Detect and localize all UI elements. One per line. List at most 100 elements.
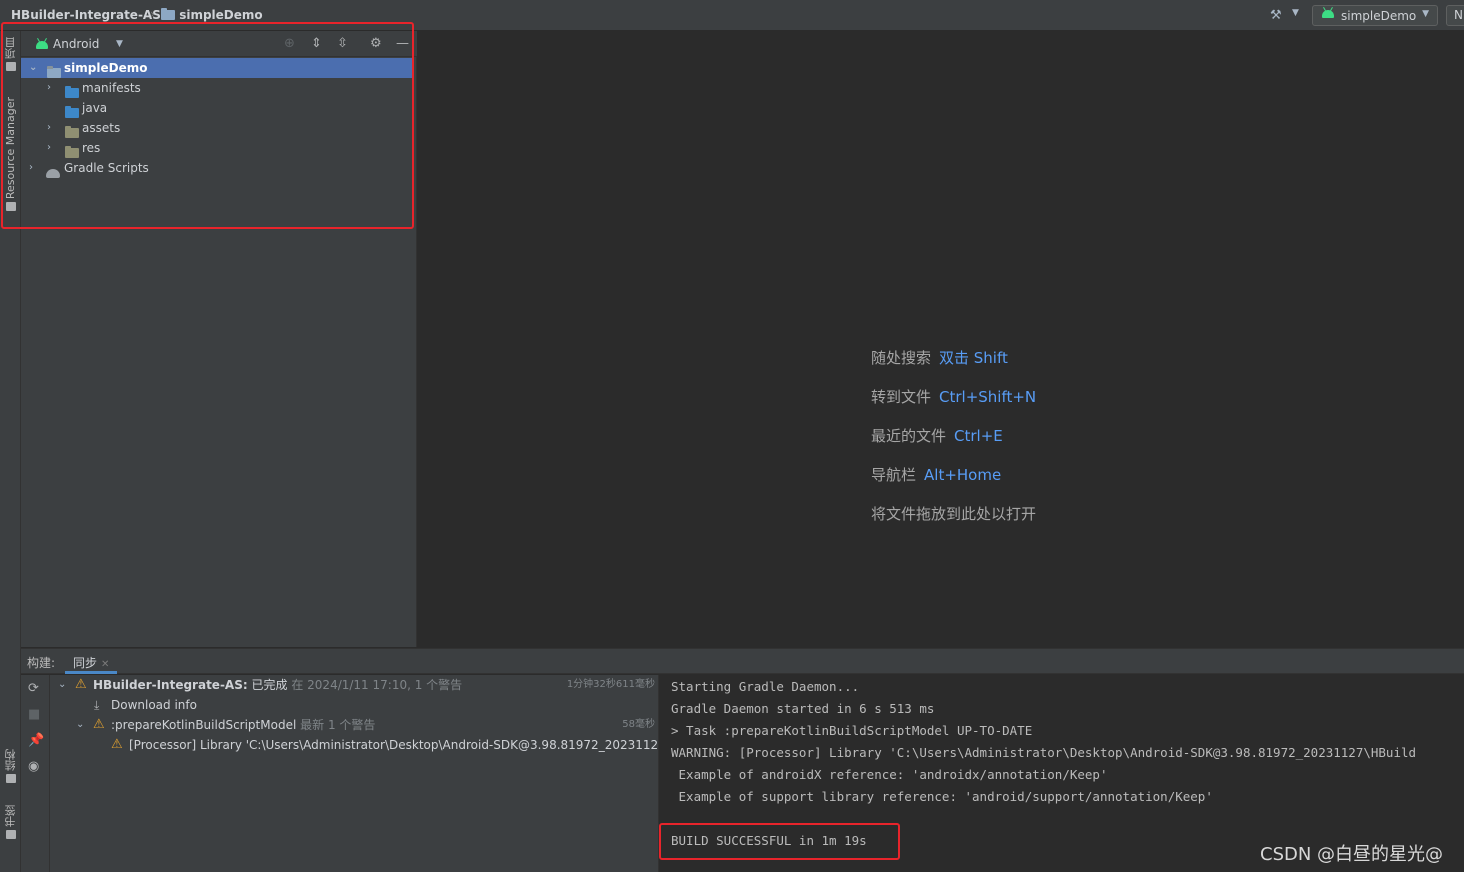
- project-view-select[interactable]: Android: [53, 37, 99, 51]
- resource-manager-tool-button[interactable]: Resource Manager: [0, 97, 21, 214]
- hint-text: 导航栏: [871, 466, 917, 484]
- android-icon: [36, 41, 48, 49]
- console-line: Example of androidX reference: 'androidx…: [671, 767, 1108, 782]
- console-line: Example of support library reference: 'a…: [671, 789, 1213, 804]
- build-step-label: Download info: [111, 698, 197, 712]
- chevron-right-icon[interactable]: ›: [47, 118, 51, 138]
- chevron-right-icon[interactable]: ›: [47, 78, 51, 98]
- bookmarks-tab-label: 书签: [3, 805, 17, 827]
- hint-text: 随处搜索: [871, 349, 932, 367]
- tree-item-simpleDemo[interactable]: ⌄ simpleDemo: [21, 58, 413, 78]
- chevron-down-icon[interactable]: ▼: [1292, 8, 1299, 18]
- chevron-right-icon[interactable]: ›: [29, 158, 33, 178]
- resource-manager-tab-label: Resource Manager: [4, 97, 17, 200]
- structure-tool-button[interactable]: 结构: [0, 749, 21, 786]
- tree-item-label: Gradle Scripts: [64, 161, 149, 175]
- build-tool-window-header: 构建: 同步 ✕: [21, 648, 1464, 674]
- console-build-result: BUILD SUCCESSFUL in 1m 19s: [671, 833, 867, 848]
- hint-text: 最近的文件: [871, 427, 947, 445]
- build-tree-root[interactable]: ⌄ ⚠ HBuilder-Integrate-AS: 已完成 在 2024/1/…: [50, 675, 658, 695]
- run-configuration-select[interactable]: simpleDemo ▼: [1312, 5, 1438, 26]
- chevron-down-icon[interactable]: ▼: [116, 39, 123, 49]
- console-line: WARNING: [Processor] Library 'C:\Users\A…: [671, 745, 1417, 760]
- hint-shortcut: Alt+Home: [924, 466, 1002, 484]
- hint-search-everywhere: 随处搜索 双击 Shift: [871, 347, 1008, 368]
- tab-sync[interactable]: 同步 ✕: [65, 649, 118, 674]
- build-task-name: :prepareKotlinBuildScriptModel: [111, 718, 297, 732]
- hint-drop-files: 将文件拖放到此处以打开: [871, 503, 1036, 524]
- build-tree-task[interactable]: ⌄ ⚠ :prepareKotlinBuildScriptModel 最新 1 …: [50, 715, 658, 735]
- hint-shortcut: Ctrl+Shift+N: [939, 388, 1037, 406]
- build-task-duration: 58毫秒: [622, 719, 655, 730]
- hint-navigation-bar: 导航栏 Alt+Home: [871, 464, 1001, 485]
- hint-text: 将文件拖放到此处以打开: [871, 505, 1037, 523]
- warning-icon: ⚠: [93, 717, 105, 732]
- structure-tab-label: 结构: [3, 749, 17, 771]
- build-status: 已完成: [251, 678, 288, 692]
- watermark: CSDN @白昼的星光@: [1260, 844, 1444, 865]
- tree-item-label: manifests: [82, 81, 141, 95]
- folder-icon: [5, 62, 16, 71]
- tree-item-manifests[interactable]: › manifests: [21, 78, 413, 98]
- chevron-down-icon[interactable]: ⌄: [76, 715, 84, 735]
- project-tool-window: Android ▼ ⊕ ⇕ ⇳ ⚙ — ⌄ simpleDemo › manif…: [21, 31, 417, 647]
- warning-icon: ⚠: [75, 677, 87, 692]
- build-hammer-icon[interactable]: ⚒: [1270, 8, 1282, 23]
- collapse-all-icon[interactable]: ⇳: [337, 36, 348, 52]
- hint-goto-file: 转到文件 Ctrl+Shift+N: [871, 386, 1036, 407]
- build-toolbar: ⟳ ■ 📌 ◉: [21, 675, 50, 872]
- project-panel-header: Android ▼ ⊕ ⇕ ⇳ ⚙ —: [21, 31, 417, 57]
- device-select[interactable]: N: [1446, 5, 1464, 26]
- breadcrumb-module-label: simpleDemo: [179, 8, 263, 22]
- refresh-icon[interactable]: ⟳: [28, 681, 39, 696]
- resource-manager-icon: [5, 202, 16, 212]
- android-icon: [1322, 10, 1334, 18]
- tree-item-res[interactable]: › res: [21, 138, 413, 158]
- editor-empty-state: 随处搜索 双击 Shift 转到文件 Ctrl+Shift+N 最近的文件 Ctrl+…: [418, 31, 1464, 647]
- run-configuration-label: simpleDemo: [1341, 9, 1417, 23]
- breadcrumb-project[interactable]: HBuilder-Integrate-AS: [11, 8, 161, 22]
- locate-file-icon[interactable]: ⊕: [284, 36, 295, 52]
- tree-item-label: simpleDemo: [64, 61, 148, 75]
- console-line: > Task :prepareKotlinBuildScriptModel UP…: [671, 723, 1033, 738]
- build-project-name: HBuilder-Integrate-AS:: [93, 678, 248, 692]
- tree-item-label: res: [82, 141, 101, 155]
- build-duration: 1分钟32秒611毫秒: [566, 679, 655, 690]
- tree-item-label: assets: [82, 121, 121, 135]
- console-line: Starting Gradle Daemon...: [671, 679, 860, 694]
- build-title: 构建:: [27, 656, 56, 670]
- hint-recent-files: 最近的文件 Ctrl+E: [871, 425, 1003, 446]
- stop-icon[interactable]: ■: [28, 707, 40, 722]
- minimize-icon[interactable]: —: [396, 36, 409, 52]
- chevron-down-icon[interactable]: ⌄: [58, 675, 66, 695]
- build-task-detail: 最新 1 个警告: [300, 718, 376, 732]
- hint-shortcut: 双击 Shift: [939, 349, 1008, 367]
- left-tool-stripe: 项目 Resource Manager 结构 书签: [0, 31, 21, 872]
- tree-item-java[interactable]: java: [21, 98, 413, 118]
- breadcrumb-module[interactable]: simpleDemo: [161, 8, 263, 22]
- project-tool-button[interactable]: 项目: [0, 37, 21, 74]
- hint-shortcut: Ctrl+E: [954, 427, 1003, 445]
- tree-item-assets[interactable]: › assets: [21, 118, 413, 138]
- expand-all-icon[interactable]: ⇕: [311, 36, 322, 52]
- chevron-right-icon[interactable]: ›: [47, 138, 51, 158]
- build-tree-warning[interactable]: ⚠ [Processor] Library 'C:\Users\Administ…: [50, 735, 658, 755]
- hint-text: 转到文件: [871, 388, 932, 406]
- build-detail: 在 2024/1/11 17:10, 1 个警告: [291, 678, 463, 692]
- breadcrumb-separator: ›: [150, 7, 155, 21]
- pin-icon[interactable]: 📌: [28, 733, 44, 748]
- build-tree-download-info[interactable]: ⤓ Download info: [50, 695, 658, 715]
- bookmark-icon: [5, 830, 16, 839]
- eye-icon[interactable]: ◉: [28, 759, 39, 774]
- bookmarks-tool-button[interactable]: 书签: [0, 805, 21, 842]
- gear-icon[interactable]: ⚙: [370, 36, 382, 52]
- navigation-bar: HBuilder-Integrate-AS › simpleDemo ⚒ ▼ s…: [0, 0, 1464, 31]
- tab-sync-label: 同步: [73, 656, 98, 670]
- console-line: Gradle Daemon started in 6 s 513 ms: [671, 701, 935, 716]
- chevron-down-icon[interactable]: ⌄: [29, 58, 37, 78]
- tree-item-label: java: [82, 101, 108, 115]
- close-icon[interactable]: ✕: [101, 659, 109, 670]
- structure-icon: [5, 774, 16, 783]
- tree-item-gradle-scripts[interactable]: › Gradle Scripts: [21, 158, 413, 178]
- project-tab-label: 项目: [3, 37, 17, 59]
